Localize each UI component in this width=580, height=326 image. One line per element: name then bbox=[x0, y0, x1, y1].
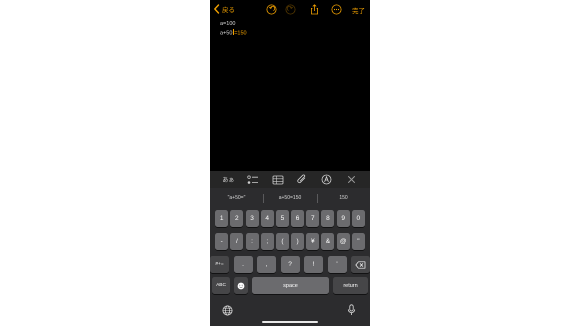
key[interactable]: 9 bbox=[336, 210, 350, 227]
math-result: =150 bbox=[234, 30, 247, 36]
suggestion-bar: "a+50=" a+50=150 150 bbox=[210, 188, 370, 208]
phone-screen: 戻る 完了 a=100 a+50 =150 あぁ "a+50=" a+50=15… bbox=[210, 0, 370, 326]
markup-button[interactable] bbox=[320, 174, 334, 186]
paperclip-icon bbox=[297, 174, 306, 184]
key[interactable]: 1 bbox=[215, 210, 229, 227]
key-row-symbols: - / : ; ( ) ¥ & @ " bbox=[210, 233, 370, 250]
symbols-toggle-key[interactable]: #+= bbox=[210, 256, 229, 273]
key[interactable]: " bbox=[351, 233, 365, 250]
key-row-punctuation: #+= . , ? ! ' bbox=[210, 256, 370, 273]
key[interactable]: & bbox=[321, 233, 335, 250]
key[interactable]: ; bbox=[260, 233, 274, 250]
key[interactable]: ( bbox=[275, 233, 289, 250]
format-toolbar: あぁ bbox=[210, 171, 370, 188]
key[interactable]: 3 bbox=[245, 210, 259, 227]
key[interactable]: 4 bbox=[260, 210, 274, 227]
key[interactable]: @ bbox=[336, 233, 350, 250]
nav-bar: 戻る 完了 bbox=[210, 4, 370, 16]
globe-icon[interactable] bbox=[222, 305, 233, 316]
back-button[interactable]: 戻る bbox=[213, 4, 235, 14]
suggestion-item[interactable]: "a+50=" bbox=[210, 195, 263, 201]
key[interactable]: 7 bbox=[306, 210, 320, 227]
key[interactable]: 6 bbox=[291, 210, 305, 227]
more-icon[interactable] bbox=[331, 4, 342, 15]
space-key[interactable]: space bbox=[252, 277, 329, 294]
suggestion-item[interactable]: a+50=150 bbox=[264, 195, 317, 201]
key[interactable]: , bbox=[257, 256, 276, 273]
emoji-key[interactable] bbox=[234, 277, 248, 294]
note-line: a+50 =150 bbox=[220, 28, 247, 38]
table-icon bbox=[272, 175, 284, 184]
delete-icon bbox=[355, 260, 366, 269]
key[interactable]: . bbox=[233, 256, 253, 273]
back-label: 戻る bbox=[222, 7, 235, 14]
redo-icon[interactable] bbox=[285, 4, 296, 15]
emoji-icon bbox=[237, 282, 245, 289]
table-button[interactable] bbox=[271, 174, 285, 186]
note-line: a=100 bbox=[220, 21, 236, 27]
undo-icon[interactable] bbox=[266, 4, 277, 15]
key[interactable]: 5 bbox=[275, 210, 289, 227]
key[interactable]: ' bbox=[327, 256, 347, 273]
key[interactable]: - bbox=[215, 233, 229, 250]
abc-key[interactable]: ABC bbox=[212, 277, 230, 294]
key[interactable]: 0 bbox=[351, 210, 365, 227]
return-key[interactable]: return bbox=[333, 277, 368, 294]
attach-button[interactable] bbox=[295, 174, 309, 186]
keyboard: "a+50=" a+50=150 150 1 2 3 4 5 6 7 8 9 0… bbox=[210, 188, 370, 326]
key[interactable]: ! bbox=[304, 256, 323, 273]
expression: a+50 bbox=[220, 30, 233, 36]
key[interactable]: 2 bbox=[230, 210, 244, 227]
keyboard-bottom-bar bbox=[210, 298, 370, 326]
key[interactable]: 8 bbox=[321, 210, 335, 227]
note-body[interactable]: a=100 a+50 =150 bbox=[220, 20, 247, 38]
kana-button[interactable]: あぁ bbox=[221, 174, 235, 186]
delete-key[interactable] bbox=[351, 256, 370, 273]
share-icon[interactable] bbox=[309, 4, 320, 15]
key[interactable]: ) bbox=[291, 233, 305, 250]
key[interactable]: : bbox=[245, 233, 259, 250]
key-row-numbers: 1 2 3 4 5 6 7 8 9 0 bbox=[210, 210, 370, 227]
key-row-bottom: ABC space return bbox=[210, 277, 370, 294]
checklist-icon bbox=[247, 175, 258, 184]
key[interactable]: ? bbox=[280, 256, 300, 273]
suggestion-item[interactable]: 150 bbox=[317, 195, 370, 201]
pen-circle-icon bbox=[322, 174, 332, 185]
checklist-button[interactable] bbox=[246, 174, 260, 186]
key[interactable]: / bbox=[230, 233, 244, 250]
chevron-left-icon bbox=[214, 4, 220, 14]
close-icon bbox=[348, 176, 356, 183]
done-button[interactable]: 完了 bbox=[352, 5, 365, 15]
close-keyboard-button[interactable] bbox=[345, 174, 359, 186]
microphone-icon[interactable] bbox=[347, 304, 356, 316]
key[interactable]: ¥ bbox=[306, 233, 320, 250]
home-indicator[interactable] bbox=[262, 321, 318, 323]
